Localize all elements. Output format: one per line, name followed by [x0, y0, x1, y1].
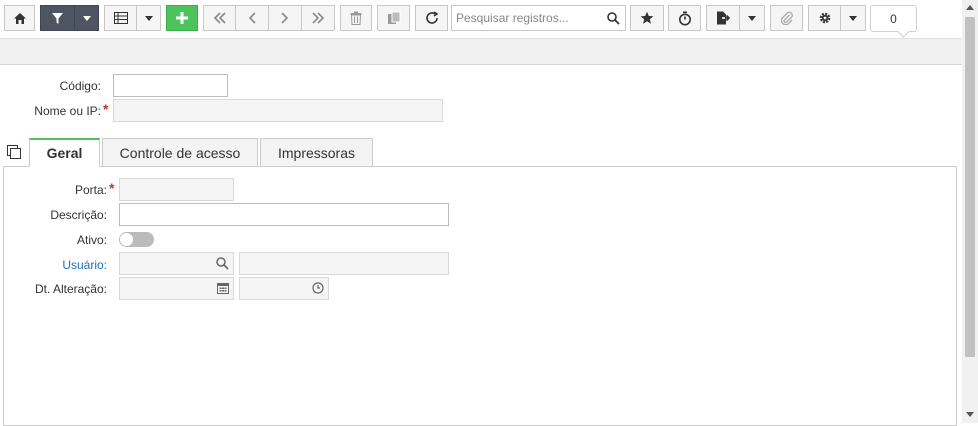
- dt-alteracao-time-input[interactable]: [239, 277, 329, 300]
- home-button[interactable]: [4, 5, 35, 31]
- grid-icon: [113, 12, 128, 24]
- descricao-input[interactable]: [119, 203, 449, 226]
- clock-icon[interactable]: [312, 282, 324, 294]
- required-marker: *: [109, 180, 115, 196]
- usuario-name-input[interactable]: [239, 252, 449, 275]
- first-page-button[interactable]: [203, 5, 236, 31]
- scroll-up-icon[interactable]: [966, 5, 974, 10]
- dt-alteracao-label: Dt. Alteração:: [34, 282, 107, 296]
- search-box: [451, 5, 626, 31]
- tab-geral[interactable]: Geral: [29, 138, 100, 167]
- breadcrumb-bar: [0, 38, 962, 65]
- view-mode-button[interactable]: [104, 5, 137, 31]
- chevron-down-icon: [82, 15, 91, 21]
- star-icon: [640, 11, 654, 24]
- settings-dropdown-button[interactable]: [840, 5, 866, 31]
- export-dropdown-button[interactable]: [739, 5, 765, 31]
- tab-impressoras[interactable]: Impressoras: [260, 138, 373, 167]
- nome-ip-label: Nome ou IP:: [34, 104, 101, 118]
- search-icon[interactable]: [607, 12, 620, 25]
- record-count-badge: 0: [870, 5, 917, 32]
- search-input[interactable]: [452, 10, 608, 26]
- export-file-icon: [717, 11, 730, 25]
- ativo-label: Ativo:: [76, 233, 107, 247]
- gear-icon: [819, 12, 830, 24]
- usuario-label[interactable]: Usuário:: [20, 258, 107, 272]
- copy-icon: [387, 11, 400, 24]
- codigo-input[interactable]: [113, 74, 228, 97]
- last-page-button[interactable]: [301, 5, 335, 31]
- descricao-label: Descrição:: [50, 208, 107, 222]
- prev-page-icon: [248, 12, 256, 24]
- favorites-button[interactable]: [630, 5, 664, 31]
- home-icon: [13, 12, 26, 24]
- filter-dropdown-button[interactable]: [74, 5, 99, 31]
- trash-icon: [350, 11, 362, 25]
- ativo-toggle[interactable]: [119, 232, 154, 247]
- chevron-down-icon: [849, 15, 857, 21]
- scrollbar-thumb[interactable]: [965, 17, 975, 357]
- nome-ip-input[interactable]: [113, 99, 443, 122]
- next-page-icon: [281, 12, 289, 24]
- prev-page-button[interactable]: [235, 5, 269, 31]
- paperclip-icon: [780, 11, 793, 25]
- tab-controle-de-acesso[interactable]: Controle de acesso: [102, 138, 258, 167]
- view-mode-dropdown-button[interactable]: [136, 5, 161, 31]
- vertical-scrollbar[interactable]: [962, 0, 978, 423]
- toggle-knob: [120, 233, 133, 246]
- calendar-icon[interactable]: [217, 282, 229, 294]
- usuario-code-input[interactable]: [119, 252, 234, 275]
- porta-label: Porta:: [74, 183, 107, 197]
- refresh-button[interactable]: [415, 5, 448, 31]
- refresh-icon: [425, 11, 438, 24]
- next-page-button[interactable]: [268, 5, 302, 31]
- codigo-label: Código:: [59, 79, 101, 93]
- timer-button[interactable]: [668, 5, 701, 31]
- required-marker: *: [103, 101, 109, 117]
- last-page-icon: [312, 12, 325, 24]
- plus-icon: [176, 12, 188, 24]
- search-icon[interactable]: [216, 257, 229, 270]
- porta-input[interactable]: [119, 178, 234, 201]
- add-button[interactable]: [166, 5, 198, 31]
- stopwatch-icon: [678, 11, 691, 25]
- dt-alteracao-date-input[interactable]: [119, 277, 234, 300]
- filter-button[interactable]: [40, 5, 75, 31]
- toolbar: 0: [0, 0, 962, 38]
- export-button[interactable]: [706, 5, 740, 31]
- chevron-down-icon: [144, 15, 153, 21]
- duplicate-button[interactable]: [377, 5, 410, 31]
- scroll-down-icon[interactable]: [966, 412, 974, 417]
- tabs-toggle-icon[interactable]: [7, 145, 21, 159]
- chevron-down-icon: [748, 15, 756, 21]
- first-page-icon: [213, 12, 226, 24]
- settings-button[interactable]: [808, 5, 841, 31]
- filter-icon: [52, 12, 63, 24]
- delete-button[interactable]: [340, 5, 372, 31]
- attachment-button[interactable]: [770, 5, 803, 31]
